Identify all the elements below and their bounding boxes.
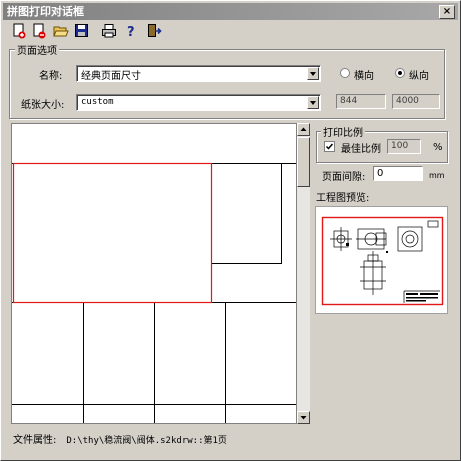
name-label: 名称: [39, 71, 63, 82]
close-button[interactable]: × [439, 5, 455, 19]
drawing-preview-label: 工程图预览: [316, 193, 370, 204]
print-icon[interactable] [101, 23, 117, 39]
file-properties: 文件属性: D:\thy\稳流阀\阀体.s2kdrw::第1页 [13, 431, 227, 446]
drawing-preview [315, 206, 448, 314]
paper-size-select[interactable]: custom [76, 94, 321, 111]
open-folder-icon[interactable] [53, 23, 69, 39]
scroll-up-button[interactable] [297, 123, 310, 136]
help-icon[interactable]: ? [123, 23, 139, 40]
scroll-thumb[interactable] [297, 137, 310, 187]
paper-width-field: 844 [336, 94, 386, 109]
landscape-radio[interactable] [340, 68, 350, 78]
portrait-label: 纵向 [409, 71, 429, 82]
percent-label: % [433, 142, 443, 153]
print-dialog: 拼图打印对话框 × ? 页面选项 名称: 经典页面尺寸 横向 纵向 纸张大小: … [0, 0, 461, 461]
scale-value-field: 100 [387, 139, 421, 154]
window-title: 拼图打印对话框 [7, 5, 84, 18]
page-gap-input[interactable]: 0 [373, 166, 423, 181]
new-icon[interactable] [11, 23, 27, 39]
paper-size-value: custom [81, 97, 114, 107]
preview-scrollbar[interactable] [297, 123, 310, 424]
file-path: D:\thy\稳流阀\阀体.s2kdrw::第1页 [66, 436, 227, 446]
save-icon[interactable] [74, 23, 90, 39]
page-gap-label: 页面间隙: [322, 172, 366, 183]
page-grid [12, 162, 296, 423]
layout-preview[interactable] [11, 123, 297, 424]
paper-size-label: 纸张大小: [21, 100, 65, 111]
delete-icon[interactable] [31, 23, 47, 39]
file-properties-label: 文件属性: [13, 435, 57, 446]
best-scale-checkbox[interactable] [324, 141, 335, 152]
svg-text:?: ? [127, 25, 135, 39]
chevron-down-icon[interactable] [307, 96, 319, 109]
landscape-label: 横向 [354, 71, 374, 82]
best-scale-label: 最佳比例 [341, 144, 381, 155]
paper-height-field: 4000 [392, 94, 440, 109]
portrait-radio[interactable] [395, 68, 405, 78]
chevron-down-icon[interactable] [307, 67, 319, 80]
name-select[interactable]: 经典页面尺寸 [76, 65, 321, 82]
print-scale-legend: 打印比例 [321, 124, 365, 139]
scroll-down-button[interactable] [297, 411, 310, 424]
exit-icon[interactable] [146, 23, 162, 39]
current-page-highlight [12, 162, 213, 304]
page-options-legend: 页面选项 [15, 42, 59, 57]
drawing-thumbnail-image [321, 216, 444, 306]
page-gap-unit: mm [429, 171, 445, 180]
name-value: 经典页面尺寸 [81, 71, 141, 82]
page-cell [211, 163, 282, 264]
title-bar[interactable]: 拼图打印对话框 × [3, 3, 458, 20]
